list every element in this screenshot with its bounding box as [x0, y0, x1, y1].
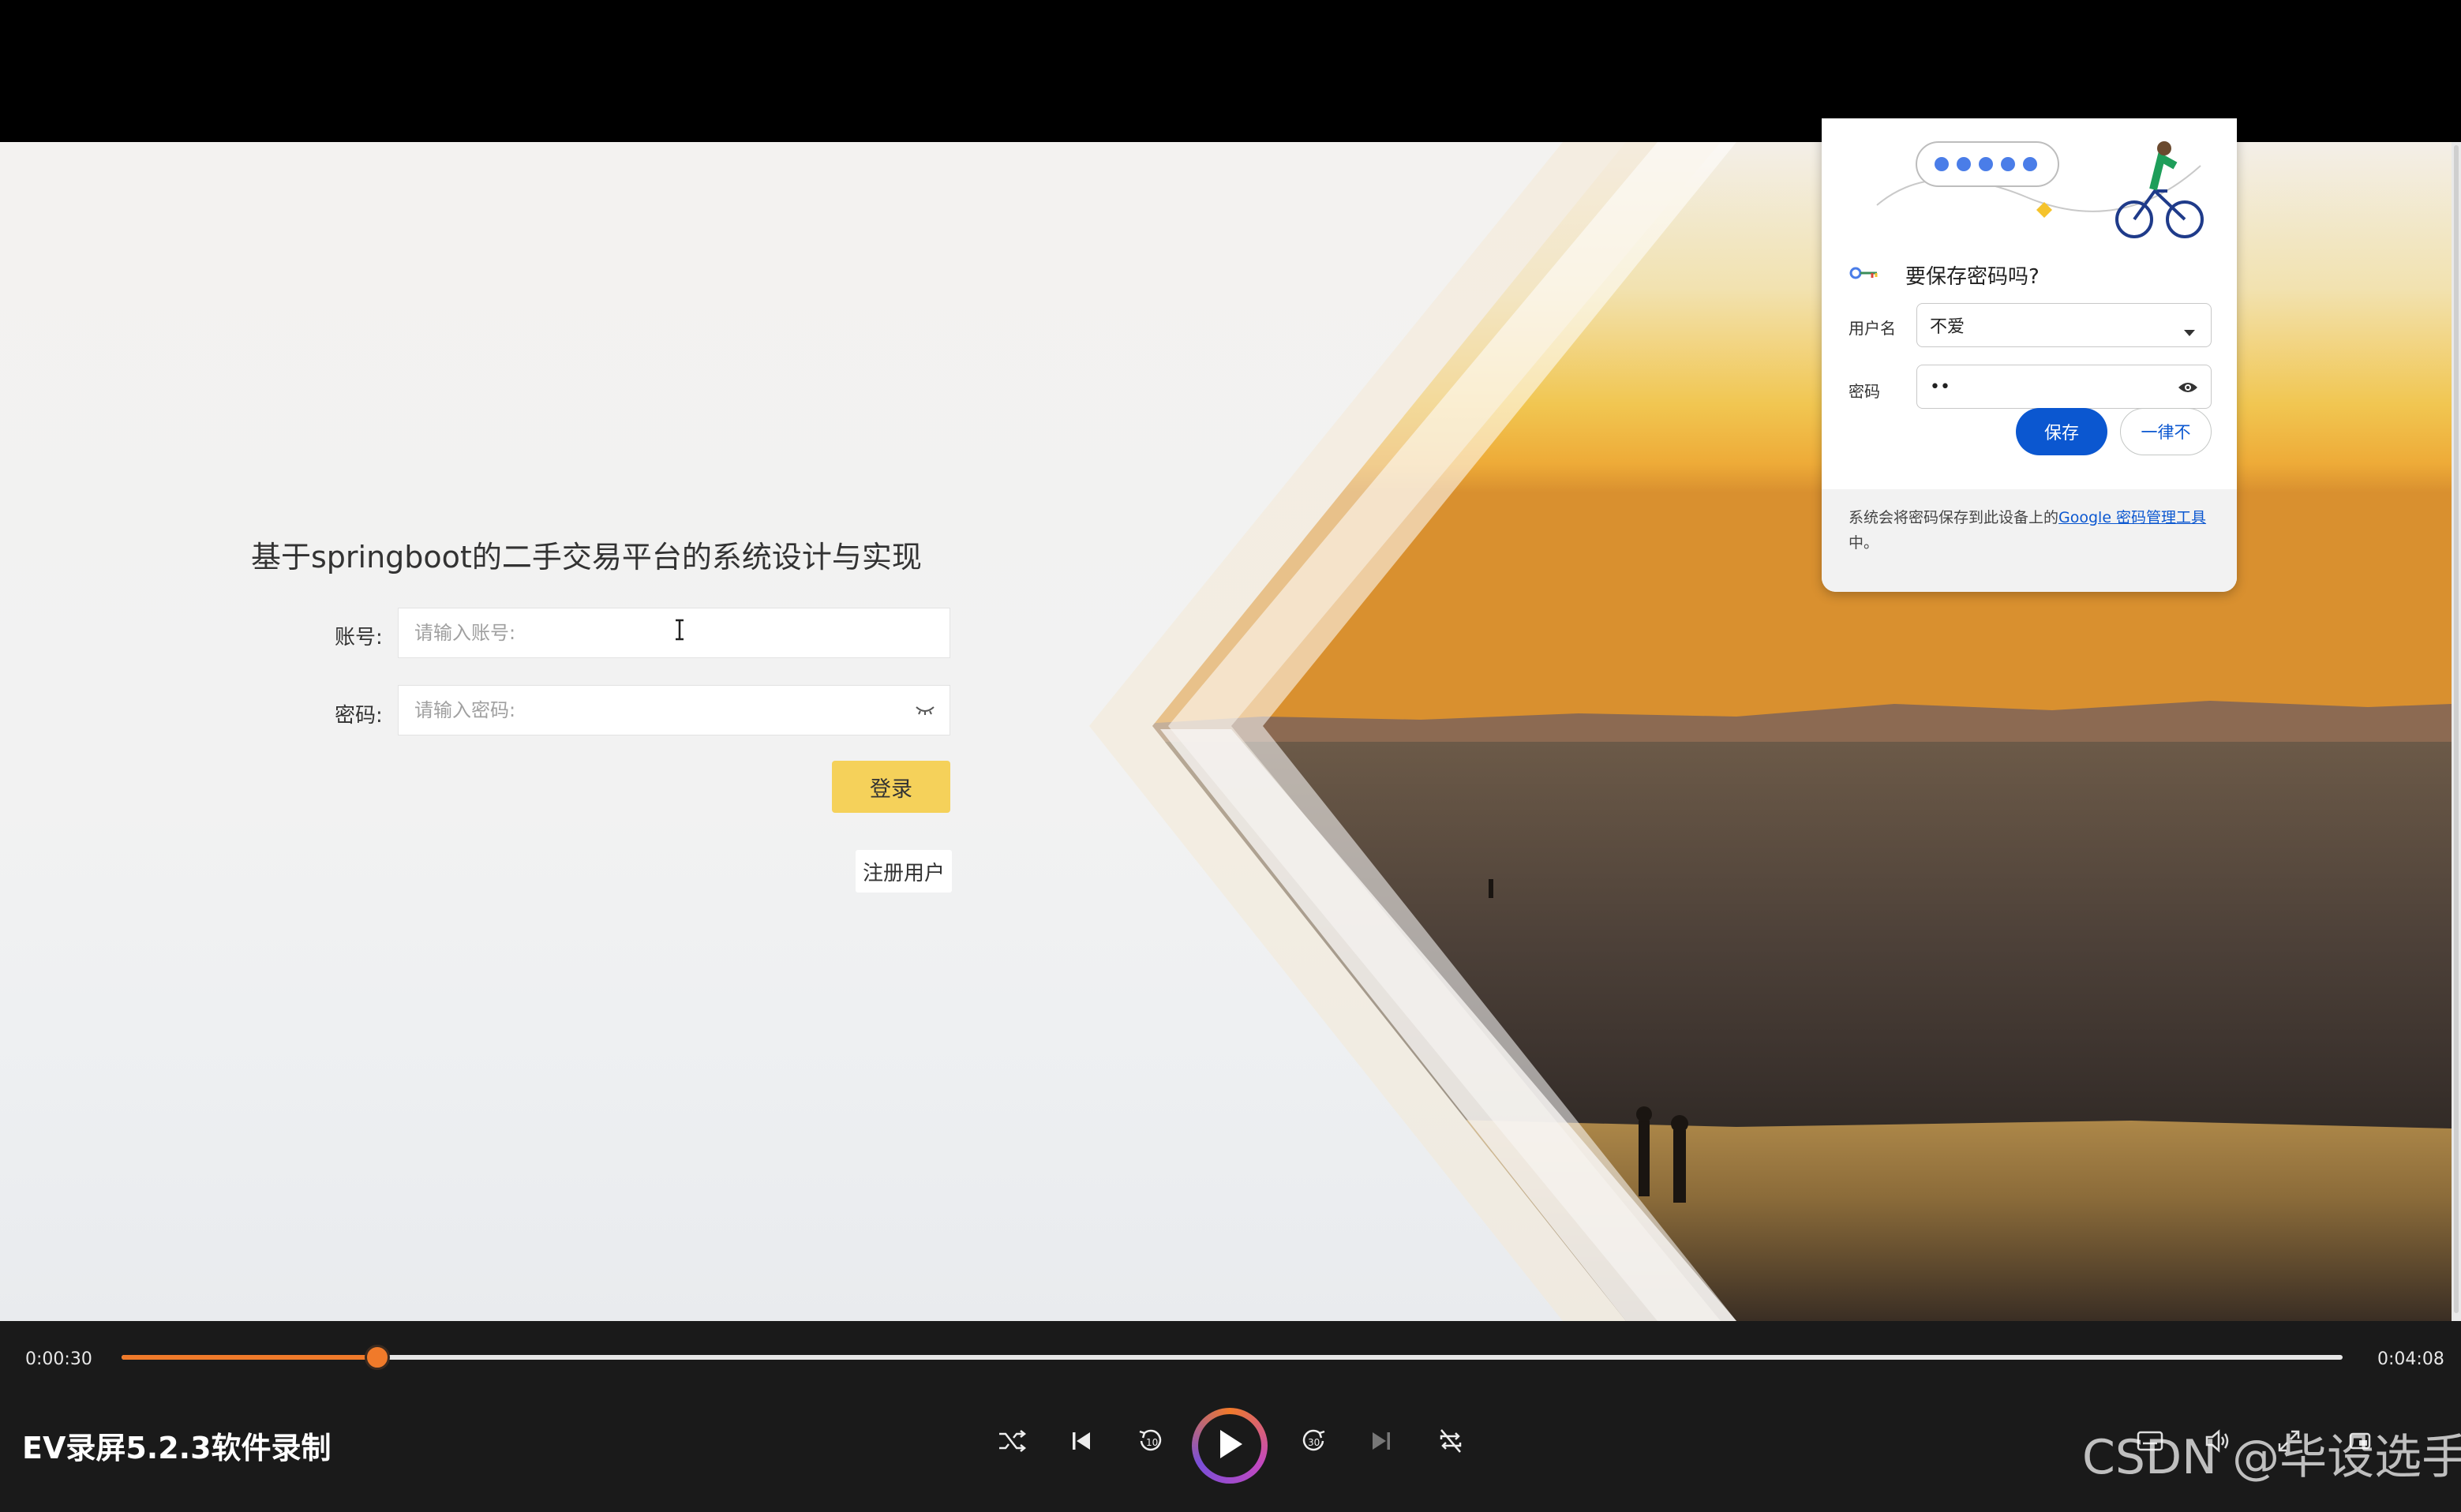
- save-password-popup: 要保存密码吗? 用户名 不爱 密码 •• 保存 一律不 系统会将密码保存到此设备…: [1822, 118, 2237, 592]
- app-title: EV录屏5.2.3软件录制: [22, 1431, 332, 1465]
- svg-text:30: 30: [1308, 1437, 1320, 1448]
- dropdown-arrow-icon: [2184, 321, 2195, 341]
- username-select[interactable]: 不爱: [1916, 303, 2212, 347]
- password-label: 密码:: [335, 704, 383, 728]
- eye-closed-icon[interactable]: [915, 705, 935, 716]
- text-cursor-icon: [673, 618, 686, 645]
- never-button[interactable]: 一律不: [2120, 408, 2212, 455]
- password-input[interactable]: [413, 698, 908, 722]
- save-button[interactable]: 保存: [2016, 408, 2107, 455]
- popup-title: 要保存密码吗?: [1905, 265, 2040, 289]
- page-scrollbar[interactable]: [2452, 142, 2461, 1321]
- progress-thumb[interactable]: [365, 1345, 390, 1370]
- csdn-watermark: CSDN @毕设选手: [2082, 1430, 2461, 1485]
- footer-text-suffix: 中。: [1849, 534, 1879, 552]
- play-icon: [1216, 1428, 1244, 1463]
- play-button[interactable]: [1192, 1408, 1268, 1484]
- login-button[interactable]: 登录: [832, 761, 950, 813]
- rewind-10-icon[interactable]: 10: [1129, 1419, 1173, 1463]
- next-track-icon[interactable]: [1359, 1419, 1403, 1463]
- repeat-off-icon[interactable]: [1429, 1419, 1473, 1463]
- password-illustration-icon: [1876, 141, 2204, 238]
- google-password-manager-link[interactable]: Google 密码管理工具: [2058, 509, 2206, 526]
- username-label: 用户名: [1849, 319, 1896, 338]
- video-player-bar: 0:00:30 0:04:08 EV录屏5.2.3软件录制 10 30 CSDN…: [0, 1321, 2461, 1512]
- register-link[interactable]: 注册用户: [856, 850, 952, 893]
- page-title: 基于springboot的二手交易平台的系统设计与实现: [251, 540, 922, 574]
- key-icon: [1849, 265, 1880, 284]
- password-field-container: [398, 685, 950, 735]
- progress-track[interactable]: [122, 1345, 2343, 1370]
- forward-30-icon[interactable]: 30: [1291, 1419, 1335, 1463]
- popup-footer: 系统会将密码保存到此设备上的Google 密码管理工具中。: [1822, 489, 2237, 592]
- password-value-field[interactable]: ••: [1916, 365, 2212, 409]
- eye-icon[interactable]: [2178, 380, 2198, 399]
- total-time: 0:04:08: [2377, 1349, 2444, 1369]
- footer-text: 系统会将密码保存到此设备上的Google 密码管理工具中。: [1849, 505, 2219, 556]
- shuffle-icon[interactable]: [990, 1419, 1034, 1463]
- password-value: ••: [1930, 376, 1950, 397]
- password-label-popup: 密码: [1849, 382, 1880, 401]
- current-time: 0:00:30: [25, 1349, 92, 1369]
- username-value: 不爱: [1930, 317, 1965, 337]
- progress-fill: [122, 1355, 377, 1360]
- previous-track-icon[interactable]: [1059, 1419, 1103, 1463]
- svg-text:10: 10: [1146, 1437, 1158, 1448]
- account-label: 账号:: [335, 626, 383, 649]
- footer-text-main: 系统会将密码保存到此设备上的: [1849, 509, 2059, 526]
